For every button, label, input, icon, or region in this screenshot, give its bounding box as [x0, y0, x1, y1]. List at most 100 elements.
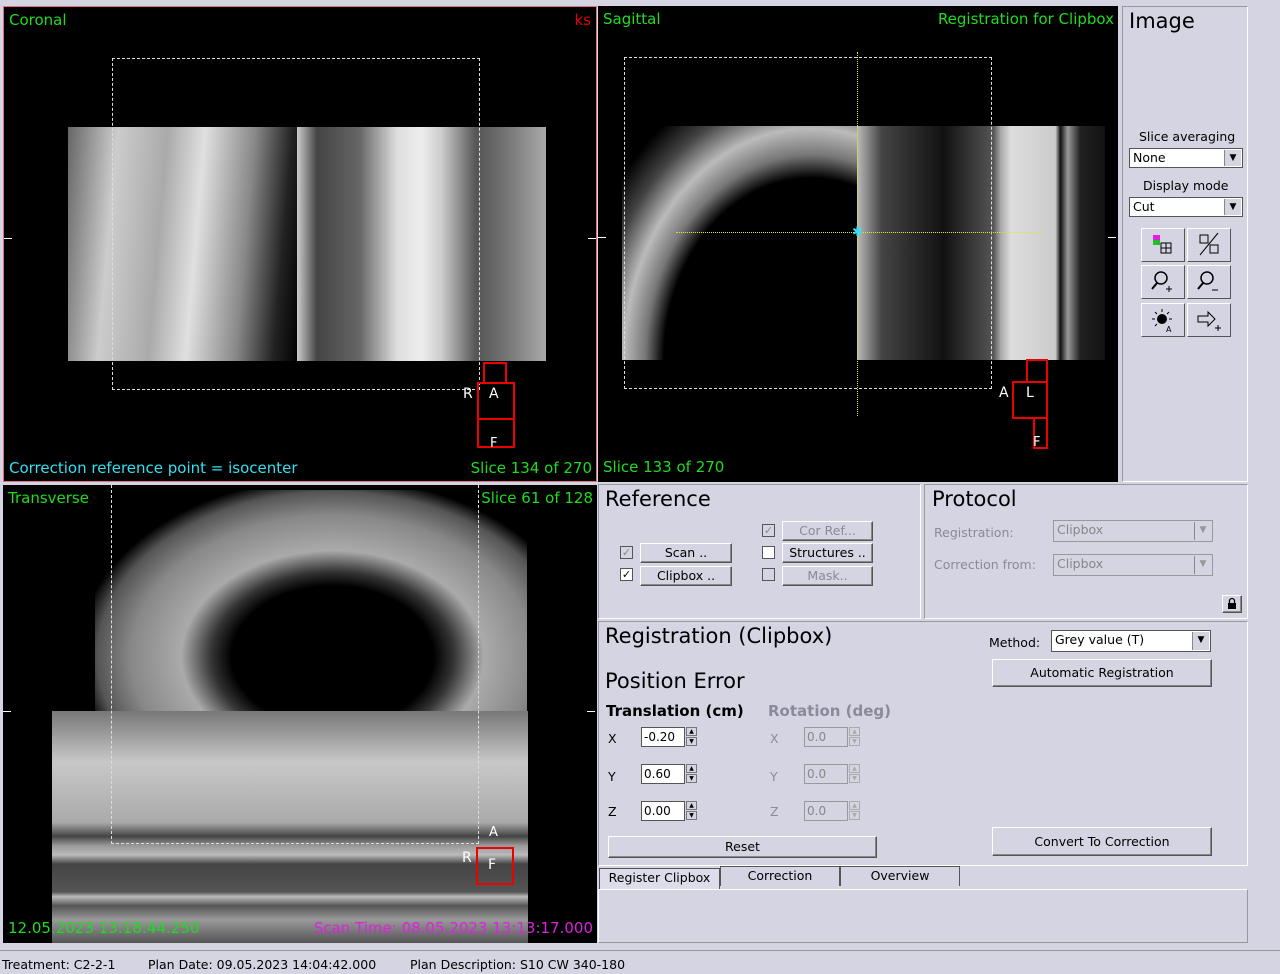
clipbox-button[interactable]: Clipbox ..	[640, 566, 732, 586]
rotation-z-label: Z	[770, 804, 779, 819]
translation-z-stepper[interactable]: 0.00 ▲ ▼	[641, 801, 697, 821]
sagittal-tick-left	[598, 237, 606, 238]
translation-z-input[interactable]: 0.00	[641, 801, 685, 821]
method-label: Method:	[989, 635, 1041, 650]
transverse-orient-left: R	[462, 850, 472, 866]
status-bar: Treatment: C2-2-1 Plan Date: 09.05.2023 …	[0, 950, 1280, 974]
split-view-icon	[1199, 232, 1219, 256]
auto-contrast-button[interactable]: A	[1141, 303, 1185, 337]
split-view-button[interactable]	[1187, 228, 1231, 262]
cor-ref-button[interactable]: Cor Ref...	[782, 521, 873, 541]
status-plan-description: Plan Description: S10 CW 340-180	[410, 957, 626, 972]
sagittal-orient-bottom: F	[1033, 435, 1041, 450]
zoom-out-button[interactable]	[1187, 265, 1231, 299]
lock-icon	[1228, 597, 1236, 609]
translation-x-input[interactable]: -0.20	[641, 727, 685, 747]
pan-button[interactable]	[1187, 303, 1231, 337]
registration-select[interactable]: Clipbox ▼	[1053, 520, 1213, 542]
reset-button[interactable]: Reset	[608, 836, 877, 858]
isocenter-marker-icon: ✱	[852, 225, 863, 240]
display-mode-select[interactable]: Cut ▼	[1129, 197, 1243, 217]
spin-up-icon[interactable]: ▲	[686, 764, 697, 773]
structures-button[interactable]: Structures ..	[782, 543, 873, 563]
clipbox-checkbox[interactable]: ✓	[620, 568, 633, 581]
method-value: Grey value (T)	[1055, 632, 1145, 647]
image-panel-title: Image	[1129, 9, 1195, 33]
translation-y-stepper[interactable]: 0.60 ▲ ▼	[641, 764, 697, 784]
lock-button[interactable]	[1222, 595, 1242, 613]
rotation-y-input[interactable]: 0.0	[804, 764, 848, 784]
cor-ref-checkbox[interactable]: ✓	[762, 524, 775, 537]
chevron-down-icon: ▼	[1224, 150, 1241, 166]
tab-correction[interactable]: Correction	[720, 866, 840, 886]
rotation-x-label: X	[770, 731, 779, 746]
transverse-orient-box: F	[488, 857, 497, 873]
rotation-y-stepper[interactable]: 0.0 ▲ ▼	[804, 764, 860, 784]
transverse-clipbox[interactable]	[111, 485, 479, 844]
rotation-z-stepper[interactable]: 0.0 ▲ ▼	[804, 801, 860, 821]
convert-to-correction-button[interactable]: Convert To Correction	[992, 827, 1212, 856]
automatic-registration-button[interactable]: Automatic Registration	[992, 659, 1212, 687]
coronal-tick-left	[4, 238, 12, 239]
rotation-header: Rotation (deg)	[768, 702, 892, 720]
display-mode-value: Cut	[1133, 199, 1155, 214]
structures-checkbox[interactable]	[762, 546, 775, 559]
registration-value: Clipbox	[1057, 522, 1104, 537]
slice-averaging-value: None	[1133, 150, 1166, 165]
transverse-tick-left	[3, 711, 11, 712]
pan-icon	[1197, 310, 1221, 331]
spin-down-icon[interactable]: ▼	[849, 811, 860, 820]
mask-checkbox[interactable]	[762, 568, 775, 581]
zoom-in-button[interactable]	[1141, 265, 1185, 299]
rotation-z-input[interactable]: 0.0	[804, 801, 848, 821]
scan-button[interactable]: Scan ..	[640, 543, 732, 563]
spin-down-icon[interactable]: ▼	[686, 811, 697, 820]
protocol-title: Protocol	[932, 487, 1017, 511]
sagittal-tick-right	[1108, 237, 1116, 238]
coronal-correction-ref: Correction reference point = isocenter	[9, 459, 298, 477]
transverse-viewport[interactable]: A R F Transverse Slice 61 of 128 12.05.2…	[3, 485, 597, 943]
spin-up-icon[interactable]: ▲	[686, 727, 697, 736]
zoom-out-icon	[1197, 271, 1218, 291]
sagittal-clipbox[interactable]	[624, 57, 992, 389]
rotation-x-stepper[interactable]: 0.0 ▲ ▼	[804, 727, 860, 747]
display-mode-label: Display mode	[1143, 178, 1229, 193]
translation-z-label: Z	[608, 804, 617, 819]
tab-register-clipbox[interactable]: Register Clipbox	[599, 868, 720, 889]
spin-up-icon[interactable]: ▲	[849, 801, 860, 810]
image-panel: Image Slice averaging None ▼ Display mod…	[1122, 6, 1248, 482]
translation-header: Translation (cm)	[606, 702, 744, 720]
translation-y-input[interactable]: 0.60	[641, 764, 685, 784]
chevron-down-icon: ▼	[1194, 522, 1211, 540]
method-select[interactable]: Grey value (T) ▼	[1051, 630, 1211, 652]
correction-from-label: Correction from:	[934, 557, 1036, 572]
spin-down-icon[interactable]: ▼	[849, 737, 860, 746]
sagittal-viewport[interactable]: ✱ A L F Sagittal Registration for Clipbo…	[598, 6, 1118, 482]
mask-button[interactable]: Mask..	[782, 566, 873, 586]
coronal-viewport[interactable]: R A F Coronal ks Correction reference po…	[3, 6, 597, 482]
coronal-user-tag: ks	[574, 11, 591, 29]
rotation-x-input[interactable]: 0.0	[804, 727, 848, 747]
chevron-down-icon: ▼	[1194, 556, 1211, 574]
coronal-clipbox[interactable]	[112, 58, 480, 390]
spin-up-icon[interactable]: ▲	[849, 764, 860, 773]
spin-up-icon[interactable]: ▲	[686, 801, 697, 810]
slice-averaging-label: Slice averaging	[1139, 129, 1236, 144]
spin-down-icon[interactable]: ▼	[849, 774, 860, 783]
scan-checkbox[interactable]: ✓	[620, 546, 633, 559]
transverse-slice-label: Slice 61 of 128	[481, 489, 593, 507]
scan-time: Scan Time: 08.05.2023 13:13:17.000	[313, 919, 593, 937]
coronal-orientation-cube-top	[483, 362, 507, 384]
reference-panel: Reference ✓ Scan .. ✓ Clipbox .. ✓ Cor R…	[598, 484, 921, 619]
status-plan-date: Plan Date: 09.05.2023 14:04:42.000	[148, 957, 377, 972]
tab-overview[interactable]: Overview	[840, 866, 960, 886]
spin-down-icon[interactable]: ▼	[686, 737, 697, 746]
sagittal-slice-label: Slice 133 of 270	[603, 458, 725, 476]
spin-up-icon[interactable]: ▲	[849, 727, 860, 736]
slice-averaging-select[interactable]: None ▼	[1129, 148, 1243, 168]
spin-down-icon[interactable]: ▼	[686, 774, 697, 783]
auto-contrast-icon: A	[1152, 309, 1172, 334]
translation-x-stepper[interactable]: -0.20 ▲ ▼	[641, 727, 697, 747]
correction-from-select[interactable]: Clipbox ▼	[1053, 554, 1213, 576]
image-blend-button[interactable]	[1141, 228, 1185, 262]
